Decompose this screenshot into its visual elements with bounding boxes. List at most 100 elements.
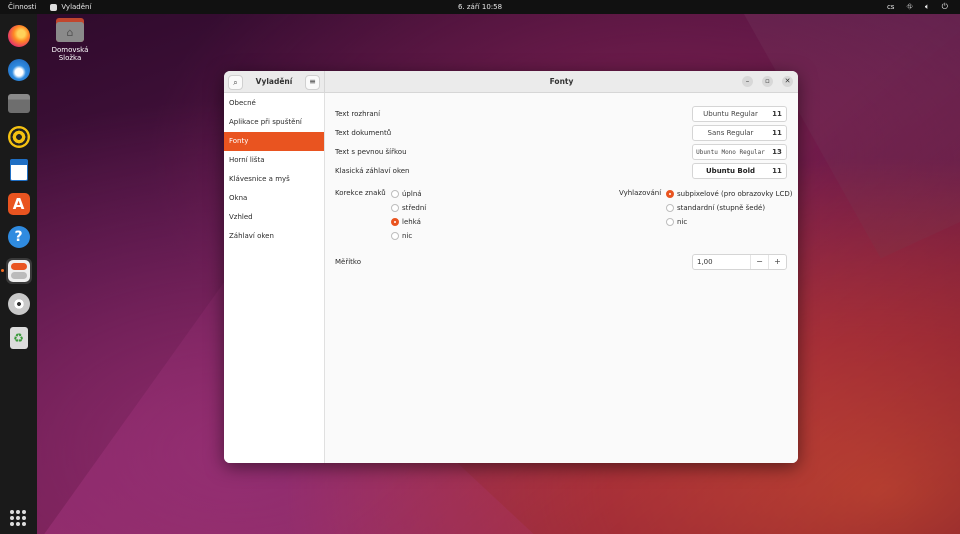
dock-item-files[interactable] (6, 90, 32, 116)
scaling-label: Měřítko (335, 258, 362, 266)
dock-item-tweaks[interactable] (0, 257, 32, 284)
close-button[interactable]: ✕ (782, 76, 793, 87)
volume-icon[interactable]: 🔈︎ (925, 3, 930, 11)
radio-label: subpixelové (pro obrazovky LCD) (677, 190, 793, 198)
scaling-increase-button[interactable]: + (768, 255, 786, 269)
titlebar-font-size: 11 (772, 167, 782, 175)
dock: A ? ♻ (0, 14, 37, 534)
hinting-option-none[interactable]: nic (391, 232, 412, 240)
activities-button[interactable]: Činnosti (8, 3, 36, 11)
home-folder-icon: ⌂ (56, 18, 84, 42)
minimize-button[interactable]: – (742, 76, 753, 87)
software-icon: A (7, 192, 30, 215)
sidebar: Obecné Aplikace při spuštění Fonty Horní… (224, 93, 325, 463)
hinting-label: Korekce znaků (335, 189, 386, 197)
dock-item-disc[interactable] (6, 291, 32, 317)
antialiasing-label: Vyhlazování (619, 189, 662, 197)
document-font-label: Text dokumentů (335, 129, 392, 137)
dock-item-help[interactable]: ? (6, 224, 32, 250)
app-menu[interactable]: Vyladění (50, 3, 91, 11)
monospace-font-button[interactable]: Ubuntu Mono Regular 13 (692, 144, 787, 160)
firefox-icon (7, 25, 30, 47)
titlebar-font-button[interactable]: Ubuntu Bold 11 (692, 163, 787, 179)
dock-item-writer[interactable] (6, 157, 32, 183)
radio-dot (391, 190, 399, 198)
interface-font-name: Ubuntu Regular (703, 110, 758, 118)
fonts-panel: Text rozhraní Ubuntu Regular 11 Text dok… (325, 93, 798, 463)
dock-item-trash[interactable]: ♻ (6, 325, 32, 351)
interface-font-button[interactable]: Ubuntu Regular 11 (692, 106, 787, 122)
disc-icon (7, 293, 30, 315)
interface-font-size: 11 (772, 110, 782, 118)
hinting-option-medium[interactable]: střední (391, 204, 426, 212)
monospace-font-name: Ubuntu Mono Regular (696, 148, 765, 156)
help-icon: ? (7, 226, 30, 248)
hamburger-icon: ≡ (309, 77, 316, 86)
network-icon[interactable]: ⛗ (906, 3, 912, 11)
titlebar-font-name: Ubuntu Bold (706, 167, 755, 175)
interface-font-row: Text rozhraní Ubuntu Regular 11 (335, 106, 787, 122)
home-folder-label: Domovská Složka (51, 46, 89, 62)
document-font-size: 11 (772, 129, 782, 137)
menu-button[interactable]: ≡ (305, 75, 320, 90)
radio-label: nic (402, 232, 413, 240)
radio-dot (391, 204, 399, 212)
document-font-name: Sans Regular (707, 129, 754, 137)
dock-item-firefox[interactable] (6, 23, 32, 49)
radio-dot-selected (666, 190, 674, 198)
maximize-button[interactable]: ▫ (762, 76, 773, 87)
radio-dot-selected (391, 218, 399, 226)
monospace-font-size: 13 (772, 148, 782, 156)
power-icon[interactable]: ⏻ (942, 3, 948, 11)
radio-label: střední (402, 204, 427, 212)
scaling-input[interactable]: 1,00 (693, 255, 750, 269)
sidebar-item-window-titlebars[interactable]: Záhlaví oken (224, 227, 324, 246)
keyboard-layout-indicator[interactable]: cs (887, 3, 895, 11)
radio-label: nic (677, 218, 688, 226)
interface-font-label: Text rozhraní (335, 110, 381, 118)
dock-item-rhythmbox[interactable] (6, 124, 32, 150)
tweaks-app-icon (50, 3, 58, 11)
sidebar-item-top-bar[interactable]: Horní lišta (224, 151, 324, 170)
antialiasing-option-subpixel[interactable]: subpixelové (pro obrazovky LCD) (666, 190, 793, 198)
tweaks-icon (7, 259, 30, 282)
close-icon: ✕ (784, 77, 791, 85)
sidebar-item-keyboard-mouse[interactable]: Klávesnice a myš (224, 170, 324, 189)
hinting-option-slight[interactable]: lehká (391, 218, 421, 226)
maximize-icon: ▫ (765, 77, 770, 85)
app-menu-label: Vyladění (61, 3, 92, 11)
desktop-home-folder[interactable]: ⌂ Domovská Složka (40, 18, 100, 62)
sidebar-item-startup-apps[interactable]: Aplikace při spuštění (224, 113, 324, 132)
dock-item-software[interactable]: A (6, 191, 32, 217)
running-indicator (0, 268, 4, 272)
sidebar-item-windows[interactable]: Okna (224, 189, 324, 208)
rhythmbox-icon (7, 125, 30, 148)
monospace-font-row: Text s pevnou šířkou Ubuntu Mono Regular… (335, 144, 787, 160)
writer-icon (9, 159, 28, 181)
dock-item-thunderbird[interactable] (6, 57, 32, 83)
titlebar-font-label: Klasická záhlaví oken (335, 167, 410, 175)
radio-label: úplná (402, 190, 422, 198)
show-apps-icon[interactable] (10, 510, 26, 526)
antialiasing-option-none[interactable]: nic (666, 218, 687, 226)
document-font-button[interactable]: Sans Regular 11 (692, 125, 787, 141)
sidebar-item-general[interactable]: Obecné (224, 94, 324, 113)
scaling-decrease-button[interactable]: − (750, 255, 768, 269)
trash-icon: ♻ (9, 326, 28, 349)
hinting-option-full[interactable]: úplná (391, 190, 422, 198)
search-icon: ⌕ (233, 78, 238, 87)
scaling-row: Měřítko 1,00 − + (335, 254, 787, 270)
window-header[interactable]: ⌕ Vyladění ≡ Fonty – ▫ ✕ (224, 71, 798, 93)
search-button[interactable]: ⌕ (228, 75, 243, 90)
radio-dot (666, 218, 674, 226)
sidebar-item-appearance[interactable]: Vzhled (224, 208, 324, 227)
clock[interactable]: 6. září 10:58 (458, 3, 502, 11)
top-bar: 6. září 10:58 Činnosti Vyladění cs ⛗ 🔈︎ … (0, 0, 960, 14)
monospace-font-label: Text s pevnou šířkou (335, 148, 407, 156)
minimize-icon: – (745, 77, 750, 85)
sidebar-item-fonts[interactable]: Fonty (224, 132, 324, 151)
files-icon (7, 93, 30, 113)
radio-label: lehká (402, 218, 421, 226)
sidebar-title: Vyladění (255, 77, 293, 86)
antialiasing-option-grayscale[interactable]: standardní (stupně šedé) (666, 204, 765, 212)
